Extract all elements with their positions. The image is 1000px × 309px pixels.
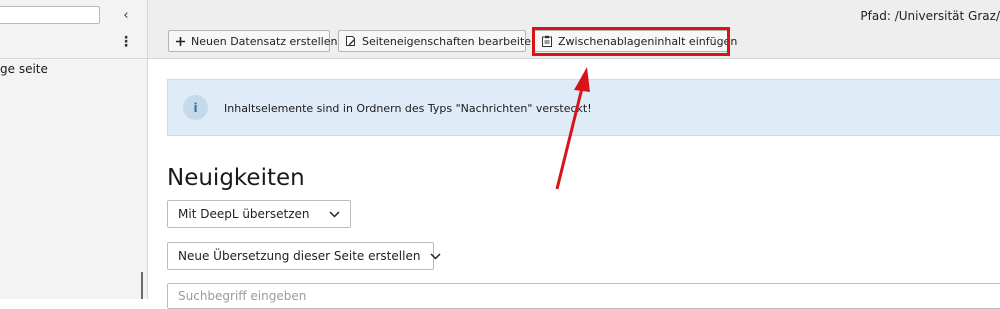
- breadcrumb-path: Pfad: /Universität Graz/: [860, 9, 1000, 23]
- page-properties-label: Seiteneigenschaften bearbeiten: [362, 34, 538, 48]
- info-icon: i: [183, 95, 208, 120]
- chevron-down-icon: [430, 249, 441, 263]
- deepl-select-value: Mit DeepL übersetzen: [178, 207, 310, 221]
- collapse-tree-icon[interactable]: ‹: [119, 8, 133, 24]
- new-translation-select[interactable]: Neue Übersetzung dieser Seite erstellen: [167, 242, 441, 270]
- page-properties-button[interactable]: Seiteneigenschaften bearbeiten: [338, 30, 538, 52]
- tree-node-page[interactable]: ge seite: [0, 62, 48, 76]
- page-edit-icon: [345, 35, 357, 47]
- info-message: Inhaltselemente sind in Ordnern des Typs…: [224, 102, 592, 115]
- paste-clipboard-label: Zwischenablageninhalt einfügen: [558, 34, 738, 48]
- translation-select-value: Neue Übersetzung dieser Seite erstellen: [178, 249, 421, 263]
- paste-clipboard-button[interactable]: Zwischenablageninhalt einfügen: [534, 30, 737, 52]
- new-record-label: Neuen Datensatz erstellen: [191, 34, 338, 48]
- page-title: Neuigkeiten: [167, 165, 305, 191]
- page-tree-toolbar: ‹ ⋮: [0, 0, 147, 59]
- chevron-down-icon: [329, 207, 340, 221]
- more-options-icon[interactable]: ⋮: [119, 34, 133, 50]
- plus-icon: [175, 35, 186, 47]
- page-tree-panel: ‹ ⋮ ge seite: [0, 0, 148, 299]
- doc-header: Pfad: /Universität Graz/ Neuen Datensatz…: [148, 0, 1000, 59]
- clipboard-icon: [541, 35, 553, 47]
- deepl-translate-select[interactable]: Mit DeepL übersetzen: [167, 200, 351, 228]
- search-input[interactable]: [167, 283, 1000, 309]
- info-callout: i Inhaltselemente sind in Ordnern des Ty…: [167, 79, 1000, 136]
- tree-scrollbar[interactable]: [141, 272, 143, 299]
- tree-search-input[interactable]: [0, 6, 100, 24]
- new-record-button[interactable]: Neuen Datensatz erstellen: [168, 30, 337, 52]
